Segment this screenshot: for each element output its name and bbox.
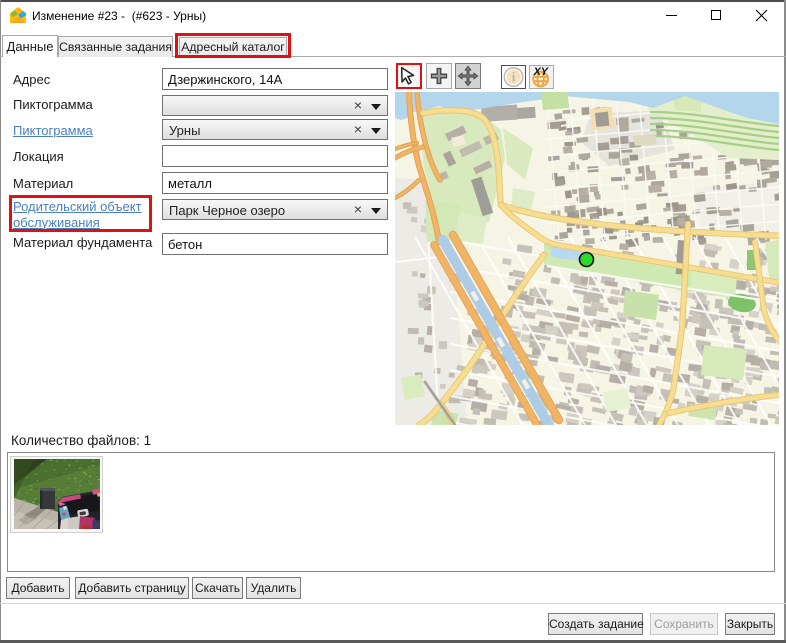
svg-text:i: i	[512, 70, 516, 85]
svg-text:XY: XY	[533, 66, 550, 78]
